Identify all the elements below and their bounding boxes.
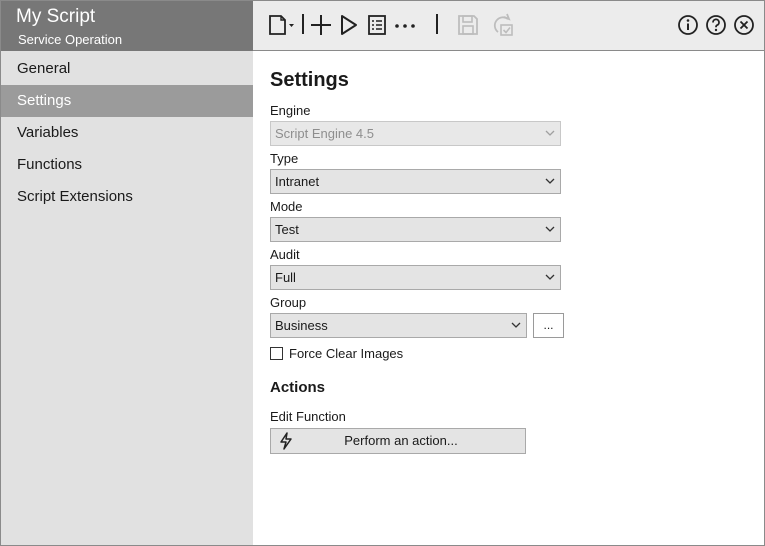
mode-label: Mode (270, 199, 303, 214)
mode-value: Test (275, 222, 299, 237)
help-icon[interactable] (704, 12, 728, 38)
chevron-down-icon (545, 130, 555, 136)
type-label: Type (270, 151, 299, 166)
mode-select[interactable]: Test (270, 217, 561, 242)
list-icon[interactable] (366, 12, 388, 38)
app-window: My Script Service Operation General Sett… (0, 0, 765, 546)
toolbar (253, 1, 764, 51)
sidebar-item-general[interactable]: General (1, 53, 253, 85)
info-icon[interactable] (676, 12, 700, 38)
app-title: My Script (16, 6, 96, 27)
save-icon[interactable] (456, 12, 480, 38)
sidebar-nav: General Settings Variables Functions Scr… (1, 53, 253, 213)
sidebar-item-script-extensions[interactable]: Script Extensions (1, 181, 253, 213)
perform-action-button[interactable]: Perform an action... (270, 428, 526, 454)
sidebar-header: My Script Service Operation (1, 1, 253, 51)
audit-label: Audit (270, 247, 300, 262)
toolbar-separator (302, 14, 304, 34)
engine-select: Script Engine 4.5 (270, 121, 561, 146)
sidebar-item-settings[interactable]: Settings (1, 85, 253, 117)
toolbar-separator (436, 14, 438, 34)
sidebar-item-functions[interactable]: Functions (1, 149, 253, 181)
close-icon[interactable] (732, 12, 756, 38)
sidebar-item-variables[interactable]: Variables (1, 117, 253, 149)
force-clear-images-checkbox[interactable] (270, 347, 283, 360)
refresh-check-icon[interactable] (489, 12, 515, 38)
force-clear-images-label: Force Clear Images (289, 346, 404, 361)
group-browse-button[interactable]: ... (533, 313, 564, 338)
audit-select[interactable]: Full (270, 265, 561, 290)
actions-heading: Actions (270, 379, 326, 396)
chevron-down-icon (545, 274, 555, 280)
type-value: Intranet (275, 174, 320, 189)
type-select[interactable]: Intranet (270, 169, 561, 194)
group-value: Business (275, 318, 328, 333)
group-select[interactable]: Business (270, 313, 527, 338)
new-document-dropdown-icon[interactable] (267, 12, 299, 38)
settings-panel: Settings Engine Script Engine 4.5 Type I… (253, 52, 764, 545)
perform-action-label: Perform an action... (344, 433, 458, 448)
run-icon[interactable] (338, 12, 360, 38)
edit-function-label: Edit Function (270, 409, 346, 424)
chevron-down-icon (545, 178, 555, 184)
page-title: Settings (270, 69, 349, 91)
add-icon[interactable] (309, 12, 333, 38)
audit-value: Full (275, 270, 296, 285)
group-label: Group (270, 295, 307, 310)
sidebar: My Script Service Operation General Sett… (1, 1, 253, 545)
engine-value: Script Engine 4.5 (275, 126, 375, 141)
engine-label: Engine (270, 103, 311, 118)
more-icon[interactable] (393, 12, 417, 38)
chevron-down-icon (511, 322, 521, 328)
chevron-down-icon (545, 226, 555, 232)
app-subtitle: Service Operation (18, 32, 123, 47)
